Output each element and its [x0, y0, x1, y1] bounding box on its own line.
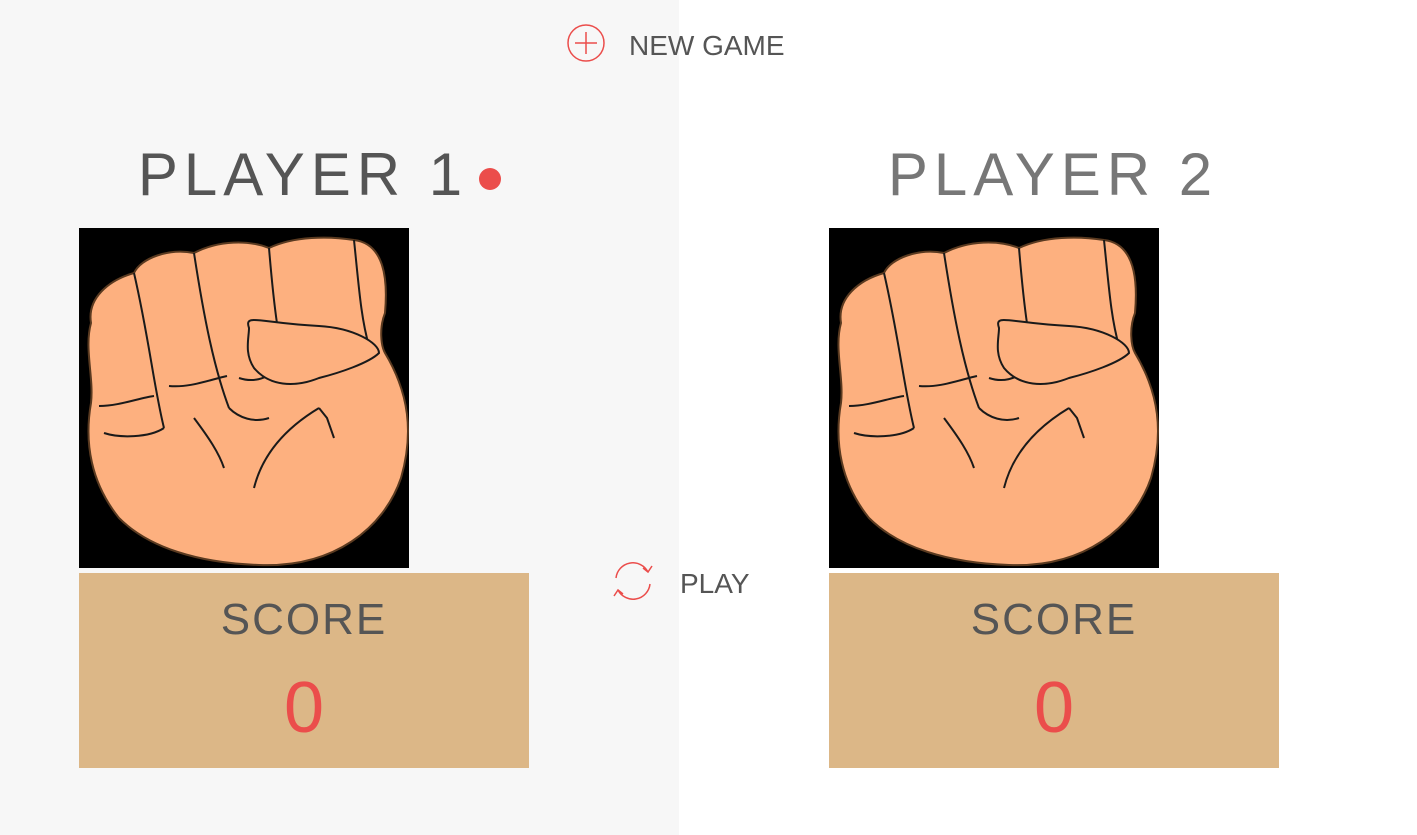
- fist-icon: [79, 228, 409, 568]
- play-button[interactable]: PLAY: [610, 561, 750, 607]
- player2-hand-image: [829, 228, 1159, 568]
- player1-name: PLAYER 1: [137, 141, 469, 208]
- player1-hand-image: [79, 228, 409, 568]
- fist-icon: [829, 228, 1159, 568]
- player2-score-label: SCORE: [970, 595, 1138, 644]
- player1-score-box: SCORE 0: [79, 573, 529, 768]
- new-game-label: NEW GAME: [629, 30, 785, 61]
- player2-score-box: SCORE 0: [829, 573, 1279, 768]
- new-game-button[interactable]: NEW GAME: [566, 23, 785, 66]
- player1-score-label: SCORE: [220, 595, 388, 644]
- plus-circle-icon: [566, 23, 606, 70]
- game-board: NEW GAME PLAYER 1 PLAYER 2 PLAY SCORE 0 …: [0, 0, 1417, 835]
- refresh-icon: [610, 558, 656, 611]
- player2-name: PLAYER 2: [887, 141, 1219, 208]
- player1-score-value: 0: [283, 668, 325, 748]
- active-player-indicator: [479, 168, 501, 190]
- play-label: PLAY: [680, 568, 750, 599]
- player2-score-value: 0: [1033, 668, 1075, 748]
